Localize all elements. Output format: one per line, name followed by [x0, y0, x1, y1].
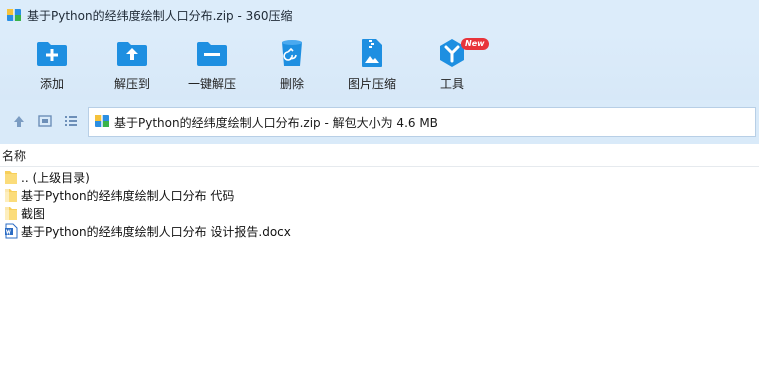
- list-item-name: 基于Python的经纬度绘制人口分布 代码: [21, 188, 235, 203]
- image-compress-icon: [355, 38, 389, 68]
- zip-file-icon: [94, 113, 110, 132]
- delete-button[interactable]: 删除: [260, 38, 324, 92]
- tools-button[interactable]: New 工具: [420, 38, 489, 92]
- address-bar: 基于Python的经纬度绘制人口分布.zip - 解包大小为 4.6 MB: [0, 100, 759, 144]
- add-icon: [35, 38, 69, 68]
- one-click-extract-label: 一键解压: [187, 77, 236, 91]
- list-view-button[interactable]: [62, 113, 80, 131]
- path-field[interactable]: 基于Python的经纬度绘制人口分布.zip - 解包大小为 4.6 MB: [88, 107, 756, 137]
- list-item[interactable]: 截图: [0, 204, 759, 222]
- column-name-label: 名称: [2, 149, 27, 163]
- column-header-name[interactable]: 名称: [0, 145, 759, 167]
- delete-icon: [275, 38, 309, 68]
- main-toolbar: 添加 解压到 一键解压 删除 图片压缩 New 工具: [0, 30, 759, 100]
- list-item-name: .. (上级目录): [21, 170, 90, 185]
- list-item[interactable]: .. (上级目录): [0, 168, 759, 186]
- folder-icon: [4, 169, 18, 185]
- image-compress-button[interactable]: 图片压缩: [340, 38, 404, 92]
- add-label: 添加: [39, 77, 64, 91]
- extract-to-label: 解压到: [113, 77, 150, 91]
- folder-icon: [4, 187, 18, 203]
- word-document-icon: [4, 223, 18, 239]
- folder-icon: [4, 205, 18, 221]
- tools-label: 工具: [439, 77, 464, 91]
- zip-app-icon: [6, 7, 22, 23]
- new-badge: New: [461, 38, 489, 50]
- thumbnail-view-icon: [38, 114, 52, 131]
- one-click-extract-icon: [195, 38, 229, 68]
- title-bar: 基于Python的经纬度绘制人口分布.zip - 360压缩: [0, 0, 759, 30]
- add-button[interactable]: 添加: [20, 38, 84, 92]
- thumbnail-view-button[interactable]: [36, 113, 54, 131]
- up-button[interactable]: [10, 113, 28, 131]
- path-text: 基于Python的经纬度绘制人口分布.zip - 解包大小为 4.6 MB: [114, 115, 438, 130]
- image-compress-label: 图片压缩: [347, 77, 396, 91]
- extract-to-button[interactable]: 解压到: [100, 38, 164, 92]
- extract-to-icon: [115, 38, 149, 68]
- window-title: 基于Python的经纬度绘制人口分布.zip - 360压缩: [27, 8, 293, 23]
- up-arrow-icon: [12, 114, 26, 131]
- one-click-extract-button[interactable]: 一键解压: [180, 38, 244, 92]
- list-item-name: 基于Python的经纬度绘制人口分布 设计报告.docx: [21, 224, 291, 239]
- list-item-name: 截图: [21, 206, 46, 221]
- list-item[interactable]: 基于Python的经纬度绘制人口分布 代码: [0, 186, 759, 204]
- delete-label: 删除: [279, 77, 304, 91]
- file-list: .. (上级目录) 基于Python的经纬度绘制人口分布 代码 截图 基于Pyt…: [0, 168, 759, 240]
- list-view-icon: [64, 114, 78, 131]
- list-item[interactable]: 基于Python的经纬度绘制人口分布 设计报告.docx: [0, 222, 759, 240]
